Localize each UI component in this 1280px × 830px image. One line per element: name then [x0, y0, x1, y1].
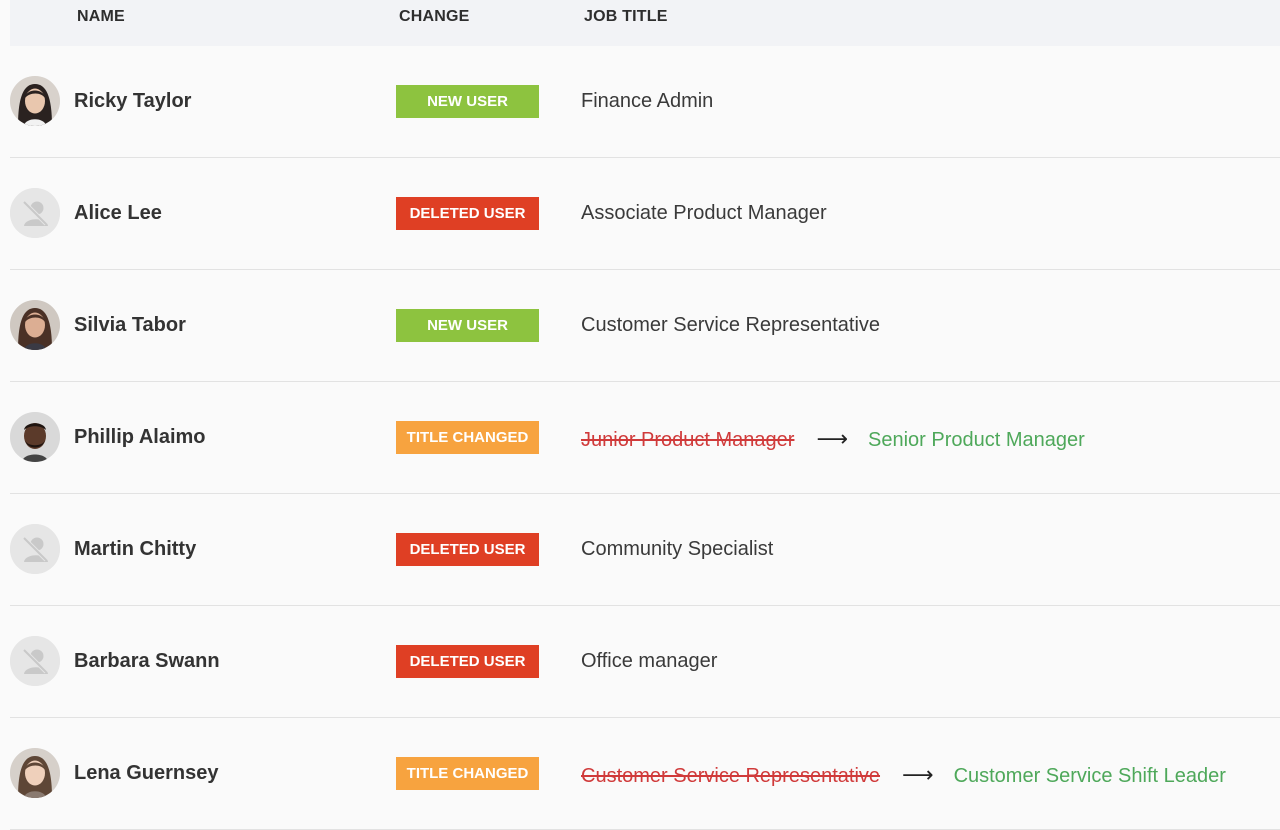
change-badge-title-changed: TITLE CHANGED	[396, 421, 539, 454]
new-job-title: Senior Product Manager	[868, 429, 1085, 451]
arrow-right-icon: ⟶	[902, 762, 934, 787]
user-changes-table: NAME CHANGE JOB TITLE Ricky Taylor NEW U…	[10, 0, 1280, 830]
arrow-right-icon: ⟶	[816, 426, 848, 451]
new-job-title: Customer Service Shift Leader	[953, 765, 1226, 787]
avatar	[10, 412, 60, 462]
avatar	[10, 76, 60, 126]
table-row[interactable]: Silvia Tabor NEW USER Customer Service R…	[10, 270, 1280, 382]
user-name: Lena Guernsey	[74, 762, 219, 784]
table-row[interactable]: Martin Chitty DELETED USER Community Spe…	[10, 494, 1280, 606]
table-body: Ricky Taylor NEW USER Finance Admin Alic…	[10, 46, 1280, 830]
old-job-title: Customer Service Representative	[581, 765, 881, 787]
job-title: Community Specialist	[581, 538, 774, 560]
change-badge-deleted-user: DELETED USER	[396, 645, 539, 678]
change-badge-new-user: NEW USER	[396, 309, 539, 342]
table-header: NAME CHANGE JOB TITLE	[10, 0, 1280, 46]
avatar	[10, 188, 60, 238]
change-badge-deleted-user: DELETED USER	[396, 533, 539, 566]
avatar-photo-icon	[10, 76, 60, 126]
user-name: Silvia Tabor	[74, 314, 186, 336]
change-badge-deleted-user: DELETED USER	[396, 197, 539, 230]
job-title: Associate Product Manager	[581, 202, 827, 224]
column-header-job-title[interactable]: JOB TITLE	[584, 8, 668, 26]
old-job-title: Junior Product Manager	[581, 429, 795, 451]
avatar-photo-icon	[10, 748, 60, 798]
avatar	[10, 748, 60, 798]
job-title-change: Customer Service Representative ⟶ Customer…	[581, 762, 1226, 788]
change-badge-new-user: NEW USER	[396, 85, 539, 118]
deleted-user-icon	[10, 524, 60, 574]
user-name: Alice Lee	[74, 202, 162, 224]
table-row[interactable]: Ricky Taylor NEW USER Finance Admin	[10, 46, 1280, 158]
deleted-user-icon	[10, 188, 60, 238]
job-title: Customer Service Representative	[581, 314, 881, 336]
user-name: Phillip Alaimo	[74, 426, 206, 448]
avatar	[10, 636, 60, 686]
table-row[interactable]: Lena Guernsey TITLE CHANGED Customer Ser…	[10, 718, 1280, 830]
job-title: Finance Admin	[581, 90, 714, 112]
avatar-photo-icon	[10, 300, 60, 350]
deleted-user-icon	[10, 636, 60, 686]
table-row[interactable]: Alice Lee DELETED USER Associate Product…	[10, 158, 1280, 270]
avatar	[10, 300, 60, 350]
user-name: Ricky Taylor	[74, 90, 192, 112]
column-header-name[interactable]: NAME	[77, 8, 125, 26]
column-header-change[interactable]: CHANGE	[399, 8, 470, 26]
change-badge-title-changed: TITLE CHANGED	[396, 757, 539, 790]
job-title-change: Junior Product Manager ⟶ Senior Product Ma…	[581, 426, 1085, 452]
job-title: Office manager	[581, 650, 718, 672]
avatar-photo-icon	[10, 412, 60, 462]
user-name: Martin Chitty	[74, 538, 197, 560]
table-row[interactable]: Barbara Swann DELETED USER Office manage…	[10, 606, 1280, 718]
avatar	[10, 524, 60, 574]
table-row[interactable]: Phillip Alaimo TITLE CHANGED Junior Prod…	[10, 382, 1280, 494]
user-name: Barbara Swann	[74, 650, 220, 672]
